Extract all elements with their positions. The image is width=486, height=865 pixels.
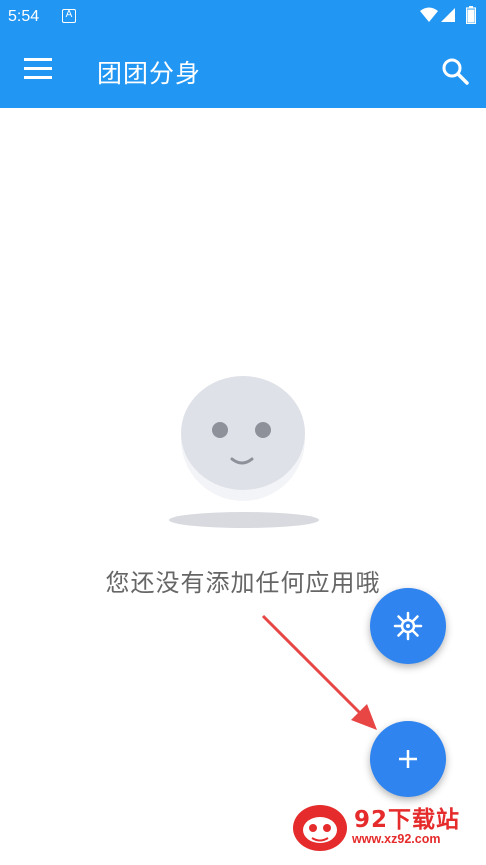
battery-icon — [466, 6, 476, 24]
menu-icon[interactable] — [24, 58, 52, 80]
red-arrow-annotation — [261, 614, 377, 730]
add-app-fab[interactable] — [370, 721, 446, 797]
app-bar: 团团分身 — [0, 34, 486, 108]
watermark-logo-icon — [293, 805, 347, 851]
virus-settings-icon — [393, 611, 423, 641]
settings-fab[interactable] — [370, 588, 446, 664]
watermark-brand: 92下载站 — [354, 807, 461, 833]
wifi-icon — [420, 7, 438, 22]
notification-icon: A — [62, 9, 76, 23]
plus-icon — [399, 750, 417, 768]
signal-icon — [441, 8, 455, 22]
smiley-face-illustration — [169, 376, 319, 528]
watermark: 92下载站 www.xz92.com — [290, 798, 480, 858]
search-icon[interactable] — [440, 56, 470, 86]
status-time: 5:54 — [8, 8, 40, 25]
watermark-url: www.xz92.com — [352, 832, 441, 846]
status-bar: 5:54 A — [0, 0, 486, 34]
app-title: 团团分身 — [97, 59, 202, 88]
